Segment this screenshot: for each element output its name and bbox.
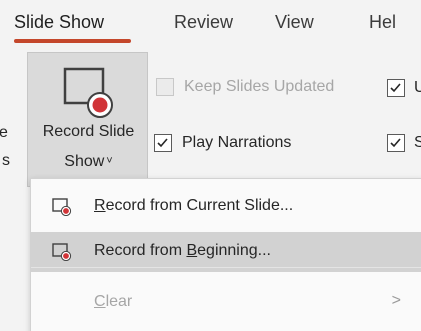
tab-help[interactable]: Hel bbox=[369, 12, 396, 33]
record-dropdown-menu: Record from Current Slide... Record from… bbox=[30, 178, 421, 331]
partial-checkbox[interactable] bbox=[387, 79, 405, 97]
chevron-down-icon: ˅ bbox=[106, 155, 113, 167]
partial-ribbon-label: e bbox=[0, 124, 8, 141]
menu-item-label: Record from Beginning... bbox=[94, 242, 271, 259]
tab-slide-show[interactable]: Slide Show bbox=[14, 12, 104, 33]
partial-checkbox-label: S bbox=[414, 134, 421, 151]
play-narrations-checkbox[interactable] bbox=[154, 134, 172, 152]
partial-ribbon-label: s bbox=[2, 152, 10, 169]
menu-divider bbox=[31, 267, 421, 268]
keep-slides-updated-checkbox[interactable] bbox=[156, 78, 174, 96]
chevron-right-icon: > bbox=[391, 292, 401, 309]
menu-item-clear[interactable]: Clear > bbox=[31, 283, 421, 323]
checkmark-icon bbox=[390, 138, 401, 148]
tab-review[interactable]: Review bbox=[174, 12, 233, 33]
partial-checkbox-label: U bbox=[414, 79, 421, 96]
partial-checkbox[interactable] bbox=[387, 134, 405, 152]
record-slide-show-button[interactable]: Record Slide Show ˅ bbox=[27, 52, 148, 187]
menu-item-label: Clear bbox=[94, 293, 133, 310]
checkmark-icon bbox=[157, 138, 168, 148]
menu-item-record-from-beginning[interactable]: Record from Beginning... bbox=[31, 232, 421, 272]
record-slide-icon bbox=[52, 243, 72, 261]
checkmark-icon bbox=[390, 83, 401, 93]
record-slide-icon bbox=[63, 67, 113, 118]
menu-item-label: Record from Current Slide... bbox=[94, 197, 294, 214]
menu-item-record-from-current-slide[interactable]: Record from Current Slide... bbox=[31, 187, 421, 227]
tab-view[interactable]: View bbox=[275, 12, 314, 33]
keep-slides-updated-label: Keep Slides Updated bbox=[184, 78, 335, 95]
record-button-label: Record Slide bbox=[42, 123, 135, 140]
active-tab-indicator bbox=[14, 39, 131, 43]
play-narrations-label: Play Narrations bbox=[182, 134, 292, 151]
record-slide-icon bbox=[52, 198, 72, 216]
record-button-label: Show ˅ bbox=[64, 153, 113, 170]
